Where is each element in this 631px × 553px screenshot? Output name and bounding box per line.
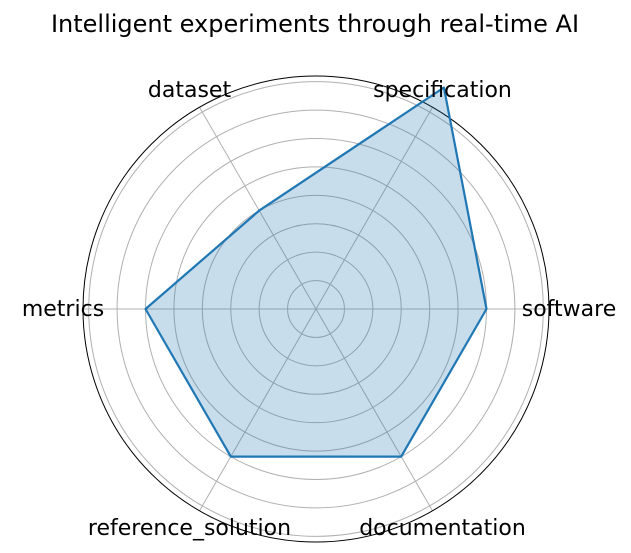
axis-label-specification: specification [373,78,512,103]
series-layer [144,86,488,458]
radar-chart-svg: Intelligent experiments through real-tim… [22,10,616,543]
chart-title: Intelligent experiments through real-tim… [51,10,579,38]
axis-label-documentation: documentation [359,516,526,541]
radar-chart: Intelligent experiments through real-tim… [0,0,631,549]
axis-label-metrics: metrics [22,297,104,322]
axis-label-reference_solution: reference_solution [88,516,291,541]
series-area [145,87,487,457]
axis-label-software: software [522,297,616,322]
axis-label-dataset: dataset [148,78,232,103]
